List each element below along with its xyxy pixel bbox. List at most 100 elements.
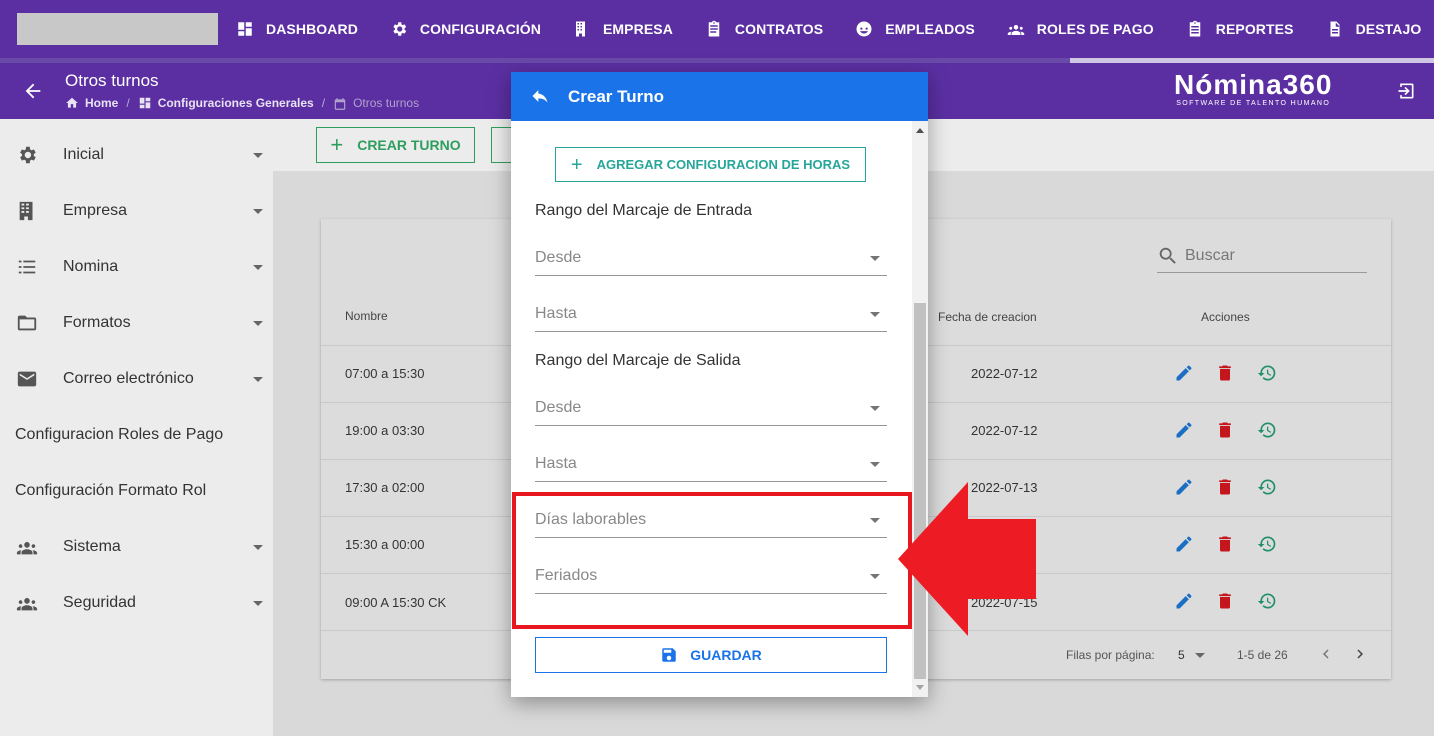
edit-icon[interactable] bbox=[1174, 477, 1194, 497]
nav-reportes[interactable]: REPORTES bbox=[1186, 20, 1294, 38]
entry-from-select[interactable]: Desde bbox=[535, 240, 887, 276]
entry-from-placeholder: Desde bbox=[535, 249, 582, 266]
modal-title: Crear Turno bbox=[568, 87, 665, 106]
nav-contratos[interactable]: CONTRATOS bbox=[705, 20, 823, 38]
table-cell-created: 2022-07-12 bbox=[971, 366, 1038, 381]
nav-empresa[interactable]: EMPRESA bbox=[573, 20, 673, 38]
top-navbar: DASHBOARD CONFIGURACIÓN EMPRESA CONTRATO… bbox=[0, 0, 1434, 58]
delete-icon[interactable] bbox=[1215, 477, 1235, 497]
scroll-up-arrow[interactable] bbox=[916, 128, 924, 133]
chevron-left-icon[interactable] bbox=[1317, 645, 1335, 663]
breadcrumb-home[interactable]: Home bbox=[85, 96, 118, 110]
folder-icon bbox=[17, 315, 37, 331]
create-shift-button[interactable]: + CREAR TURNO bbox=[316, 127, 475, 163]
sidebar-item-correo[interactable]: Correo electrónico bbox=[0, 351, 273, 407]
chevron-down-icon[interactable] bbox=[1195, 653, 1205, 658]
sidebar-item-config-formato-rol[interactable]: Configuración Formato Rol bbox=[0, 463, 273, 519]
history-icon[interactable] bbox=[1257, 534, 1277, 554]
nav-contratos-label: CONTRATOS bbox=[734, 21, 824, 37]
people-icon bbox=[16, 542, 38, 555]
brand-name: Nómina360 bbox=[1174, 69, 1333, 100]
mail-icon bbox=[17, 371, 37, 387]
table-cell-created: 2022-07-12 bbox=[971, 423, 1038, 438]
table-cell-name: 19:00 a 03:30 bbox=[345, 423, 425, 438]
sidebar-item-config-roles[interactable]: Configuracion Roles de Pago bbox=[0, 407, 273, 463]
history-icon[interactable] bbox=[1257, 591, 1277, 611]
rows-per-page-select[interactable]: 5 bbox=[1178, 648, 1185, 662]
history-icon[interactable] bbox=[1257, 363, 1277, 383]
exit-from-select[interactable]: Desde bbox=[535, 390, 887, 426]
top-nav-items: DASHBOARD CONFIGURACIÓN EMPRESA CONTRATO… bbox=[236, 0, 1434, 58]
sidebar-item-inicial[interactable]: Inicial bbox=[0, 127, 273, 183]
plus-icon: + bbox=[330, 132, 344, 157]
edit-icon[interactable] bbox=[1174, 363, 1194, 383]
pagination-range: 1-5 de 26 bbox=[1237, 648, 1288, 662]
sidebar-item-nomina[interactable]: Nomina bbox=[0, 239, 273, 295]
edit-icon[interactable] bbox=[1174, 420, 1194, 440]
dashboard-icon bbox=[139, 98, 150, 109]
add-hours-config-label: AGREGAR CONFIGURACION DE HORAS bbox=[596, 157, 851, 172]
exit-to-select[interactable]: Hasta bbox=[535, 446, 887, 482]
chevron-down-icon bbox=[253, 208, 263, 214]
exit-to-placeholder: Hasta bbox=[535, 455, 577, 472]
logout-icon[interactable] bbox=[1396, 81, 1416, 101]
reply-icon[interactable] bbox=[530, 86, 550, 106]
edit-icon[interactable] bbox=[1174, 591, 1194, 611]
edit-icon[interactable] bbox=[1174, 534, 1194, 554]
sidebar-item-empresa[interactable]: Empresa bbox=[0, 183, 273, 239]
chevron-down-icon bbox=[870, 406, 880, 411]
column-header-created[interactable]: Fecha de creacion bbox=[938, 310, 1037, 324]
chevron-down-icon bbox=[253, 600, 263, 606]
building-icon bbox=[575, 21, 585, 37]
delete-icon[interactable] bbox=[1215, 363, 1235, 383]
breadcrumb-separator: / bbox=[126, 96, 130, 111]
column-header-name[interactable]: Nombre bbox=[345, 309, 388, 323]
nav-destajo-label: DESTAJO bbox=[1355, 21, 1422, 37]
chevron-down-icon bbox=[253, 376, 263, 382]
nav-empleados-label: EMPLEADOS bbox=[885, 21, 975, 37]
company-logo bbox=[17, 13, 218, 45]
entry-to-select[interactable]: Hasta bbox=[535, 296, 887, 332]
delete-icon[interactable] bbox=[1215, 420, 1235, 440]
scroll-down-arrow[interactable] bbox=[916, 685, 924, 690]
delete-icon[interactable] bbox=[1215, 591, 1235, 611]
nav-destajo[interactable]: DESTAJO bbox=[1326, 20, 1422, 38]
breadcrumb: Home / Configuraciones Generales / Otros… bbox=[65, 96, 419, 111]
nav-configuracion[interactable]: CONFIGURACIÓN bbox=[390, 20, 541, 38]
chevron-right-icon[interactable] bbox=[1351, 645, 1369, 663]
sidebar-item-label: Nomina bbox=[63, 258, 119, 275]
sidebar-item-formatos[interactable]: Formatos bbox=[0, 295, 273, 351]
calendar-icon bbox=[334, 97, 346, 110]
home-icon bbox=[66, 98, 78, 109]
search-input[interactable]: Buscar bbox=[1157, 240, 1367, 273]
table-cell-name: 15:30 a 00:00 bbox=[345, 537, 425, 552]
save-icon bbox=[662, 648, 676, 662]
sidebar-item-sistema[interactable]: Sistema bbox=[0, 519, 273, 575]
sidebar-item-label: Seguridad bbox=[63, 594, 136, 611]
nav-dashboard[interactable]: DASHBOARD bbox=[236, 20, 358, 38]
chevron-down-icon bbox=[253, 320, 263, 326]
breadcrumb-separator: / bbox=[321, 96, 326, 111]
chevron-down-icon bbox=[253, 544, 263, 550]
add-hours-config-button[interactable]: + AGREGAR CONFIGURACION DE HORAS bbox=[555, 147, 866, 182]
building-icon bbox=[19, 201, 33, 221]
list-icon bbox=[18, 260, 36, 274]
document-icon bbox=[1330, 21, 1340, 37]
table-cell-name: 17:30 a 02:00 bbox=[345, 480, 425, 495]
nav-dashboard-label: DASHBOARD bbox=[266, 21, 358, 37]
sidebar-item-label: Empresa bbox=[63, 202, 128, 219]
breadcrumb-config[interactable]: Configuraciones Generales bbox=[158, 96, 314, 110]
nav-roles-de-pago[interactable]: ROLES DE PAGO bbox=[1007, 20, 1154, 38]
nav-empleados[interactable]: EMPLEADOS bbox=[855, 20, 975, 38]
nav-roles-label: ROLES DE PAGO bbox=[1036, 21, 1154, 37]
chevron-down-icon bbox=[870, 256, 880, 261]
history-icon[interactable] bbox=[1257, 477, 1277, 497]
delete-icon[interactable] bbox=[1215, 534, 1235, 554]
history-icon[interactable] bbox=[1257, 420, 1277, 440]
back-arrow-icon[interactable] bbox=[22, 80, 44, 102]
people-icon bbox=[1007, 24, 1025, 35]
save-button[interactable]: GUARDAR bbox=[535, 637, 887, 673]
gear-icon bbox=[20, 146, 36, 164]
sidebar-item-seguridad[interactable]: Seguridad bbox=[0, 575, 273, 631]
people-icon bbox=[16, 598, 38, 611]
